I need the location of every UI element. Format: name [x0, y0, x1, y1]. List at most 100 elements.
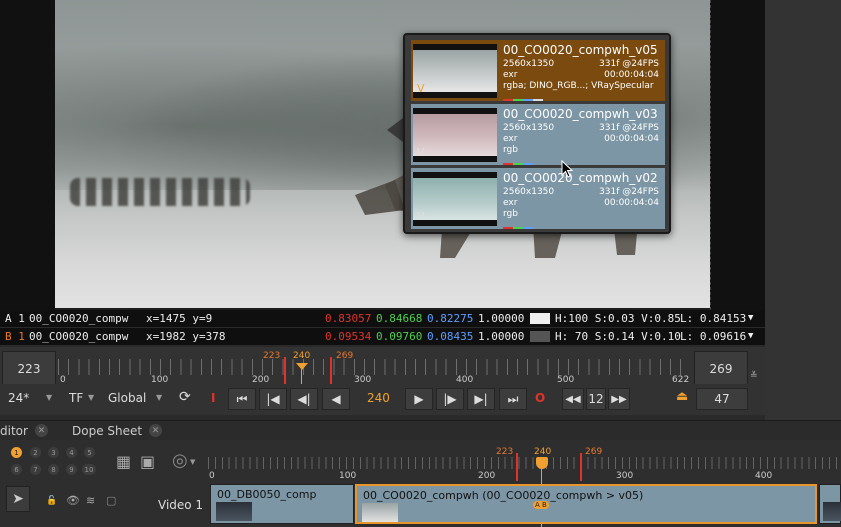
in-frame-field[interactable]: 223 — [2, 351, 56, 387]
out-marker-label: 269 — [336, 351, 354, 361]
first-frame-button[interactable]: ⏮ — [228, 388, 256, 410]
chevron-down-icon[interactable]: ▼ — [88, 393, 94, 402]
popup-pointer — [387, 118, 403, 142]
editor-in-marker[interactable] — [516, 453, 518, 481]
info-a-dropdown-icon[interactable]: ▼ — [748, 313, 753, 323]
lock-icon[interactable]: 🔓 — [46, 496, 57, 506]
grid-view-icon[interactable]: ▦ — [116, 452, 131, 471]
tf-dropdown[interactable]: TF — [69, 391, 83, 405]
chevron-down-icon[interactable]: ▼ — [190, 458, 195, 466]
info-b-alpha: 1.00000 — [478, 330, 525, 343]
info-a-label: A 1 — [5, 312, 25, 325]
set-in-button[interactable]: I — [211, 391, 215, 405]
fast-forward-icon: ▶▶ — [611, 393, 627, 405]
track-number-2[interactable]: 2 — [30, 447, 41, 458]
info-b-coords: x=1982 y=378 — [146, 330, 226, 343]
editor-tick-label: 300 — [616, 471, 634, 481]
track-number-5[interactable]: 5 — [84, 447, 95, 458]
track-name: Video 1 — [158, 498, 204, 512]
version-item-v02[interactable]: V 00_CO0020_compwh_v02 2560x1350 331f @2… — [411, 168, 665, 229]
timeline-ruler[interactable]: 0 100 200 300 400 500 622 223 269 240 — [58, 351, 690, 387]
version-duration: 00:00:04:04 — [604, 198, 659, 208]
editor-ruler[interactable]: 0 100 200 300 400 223 269 240 — [208, 445, 841, 527]
editor-in-label: 223 — [496, 447, 514, 457]
viewer-letterbox-right — [710, 0, 765, 310]
editor-out-marker[interactable] — [580, 453, 582, 481]
frame-range-lock-icon[interactable]: ⏏ — [676, 389, 688, 404]
step-increment-field[interactable]: 12 — [586, 388, 606, 410]
playback-mode-icon[interactable]: ⟳ — [179, 389, 191, 405]
info-a-lum: L: 0.84153 — [680, 312, 747, 325]
tab-editor[interactable]: ditor — [0, 421, 28, 441]
track-number-3[interactable]: 3 — [48, 447, 59, 458]
layers-icon[interactable]: ≋ — [86, 494, 95, 507]
clip-thumbnail — [823, 502, 841, 521]
version-name: 00_CO0020_compwh_v02 — [503, 171, 658, 185]
expand-chevron-icon[interactable]: ≚ — [750, 371, 758, 381]
play-forward-button[interactable]: ▶ — [405, 388, 433, 410]
current-frame-display[interactable]: 240 — [367, 391, 390, 405]
info-b-green: 0.09760 — [376, 330, 423, 343]
clip-next[interactable] — [819, 484, 841, 524]
track-number-6[interactable]: 6 — [11, 464, 22, 475]
last-frame-button[interactable]: ⏭ — [499, 388, 527, 410]
end-value-field[interactable]: 47 — [696, 388, 748, 410]
pointer-icon: ➤ — [12, 491, 24, 507]
wipe-icon[interactable]: ◎ — [172, 450, 188, 471]
chevron-down-icon[interactable]: ▼ — [156, 393, 162, 402]
editor-tick-label: 200 — [478, 471, 496, 481]
tab-dope-sheet[interactable]: Dope Sheet — [72, 421, 142, 441]
viewer-side-strip — [765, 0, 841, 420]
info-b-dropdown-icon[interactable]: ▼ — [748, 331, 753, 341]
next-keyframe-button[interactable]: ▶| — [467, 388, 495, 410]
version-item-v03[interactable]: V 00_CO0020_compwh_v03 2560x1350 331f @2… — [411, 104, 665, 165]
scope-dropdown[interactable]: Global — [108, 391, 146, 405]
fps-dropdown[interactable]: 24* — [8, 391, 29, 405]
step-forward-increment-button[interactable]: ▶▶ — [608, 388, 630, 410]
editor-playhead-label: 240 — [534, 447, 552, 457]
track-number-8[interactable]: 8 — [48, 464, 59, 475]
out-marker-line[interactable] — [330, 357, 332, 387]
playhead-icon[interactable] — [296, 363, 308, 370]
version-frames: 331f @24FPS — [599, 187, 659, 197]
version-duration: 00:00:04:04 — [604, 70, 659, 80]
track-number-7[interactable]: 7 — [30, 464, 41, 475]
editor-playhead-icon[interactable] — [536, 457, 548, 469]
track-number-1[interactable]: 1 — [11, 447, 22, 458]
next-frame-button[interactable]: |▶ — [436, 388, 464, 410]
info-a-blue: 0.82275 — [427, 312, 474, 325]
step-back-icon: ◀| — [297, 392, 311, 406]
select-tool-button[interactable]: ➤ — [6, 486, 30, 512]
close-icon[interactable]: ✕ — [149, 424, 162, 437]
info-a-hsv: H:100 S:0.03 V:0.85 — [555, 312, 681, 325]
channel-indicator — [503, 227, 533, 229]
close-icon[interactable]: ✕ — [35, 424, 48, 437]
out-frame-field[interactable]: 269 — [694, 351, 748, 387]
info-a-red: 0.83057 — [325, 312, 372, 325]
clip-co0020[interactable]: 00_CO0020_compwh (00_CO0020_compwh > v05… — [355, 484, 817, 524]
track-number-10[interactable]: 10 — [82, 464, 96, 475]
track-number-4[interactable]: 4 — [66, 447, 77, 458]
play-backward-button[interactable]: ◀ — [322, 388, 350, 410]
eye-icon[interactable]: 👁 — [66, 494, 80, 507]
track-options-icon[interactable]: ▢ — [106, 494, 116, 507]
info-b-blue: 0.08435 — [427, 330, 474, 343]
set-out-button[interactable]: O — [535, 391, 545, 405]
chevron-down-icon[interactable]: ▼ — [46, 393, 52, 402]
prev-keyframe-button[interactable]: |◀ — [259, 388, 287, 410]
clip-db0050[interactable]: 00_DB0050_comp — [210, 484, 354, 524]
in-marker-line[interactable] — [284, 357, 286, 387]
version-resolution: 2560x1350 — [503, 123, 555, 133]
version-badge: V — [417, 82, 425, 95]
step-back-increment-button[interactable]: ◀◀ — [562, 388, 584, 410]
snapshot-icon[interactable]: ▣ — [140, 452, 155, 471]
info-a-swatch — [530, 313, 550, 324]
step-forward-icon: |▶ — [443, 392, 457, 406]
version-item-v05[interactable]: V 00_CO0020_compwh_v05 2560x1350 331f @2… — [411, 40, 665, 101]
info-b-swatch — [530, 331, 550, 342]
play-icon: ▶ — [414, 392, 424, 406]
prev-frame-button[interactable]: ◀| — [290, 388, 318, 410]
prev-key-icon: |◀ — [266, 392, 280, 406]
track-number-9[interactable]: 9 — [66, 464, 77, 475]
play-reverse-icon: ◀ — [331, 392, 341, 406]
